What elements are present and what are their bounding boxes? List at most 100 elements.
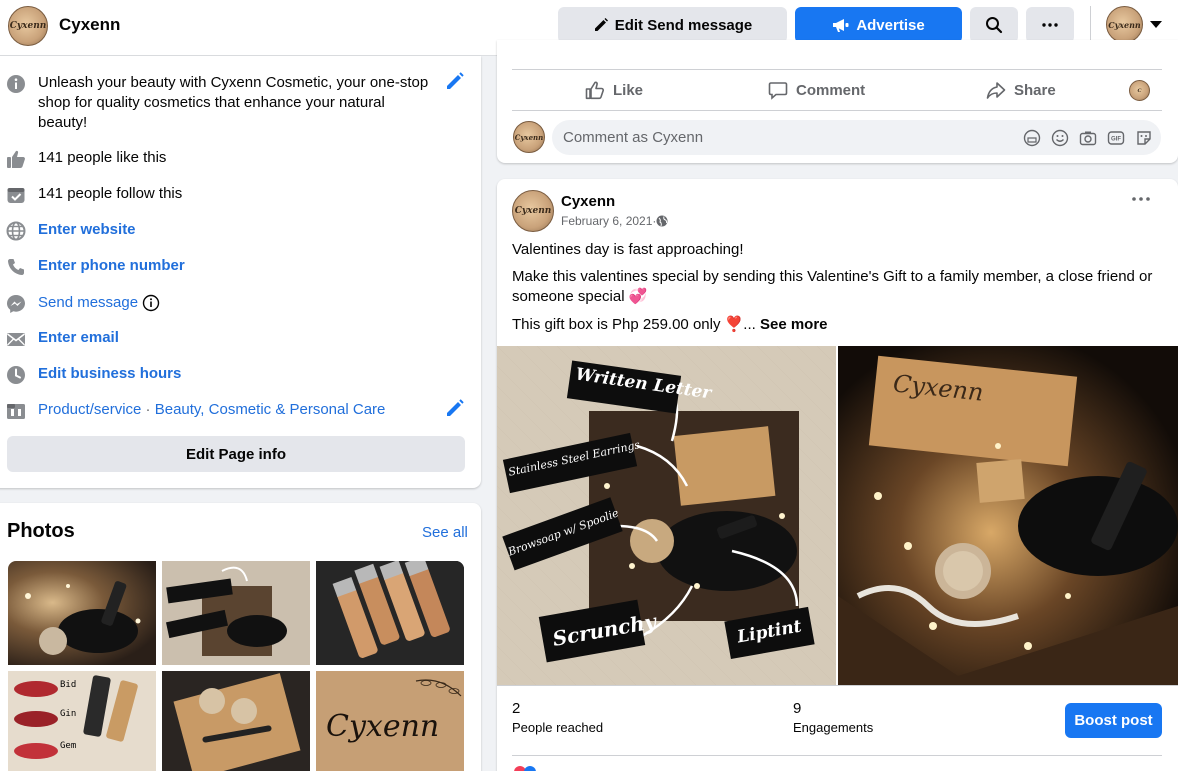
- people-reached-label: People reached: [512, 720, 604, 735]
- camera-icon[interactable]: [1079, 129, 1097, 147]
- cyxenn-logo-text: Cyxenn: [326, 709, 440, 744]
- more-options-button[interactable]: [1026, 7, 1074, 43]
- see-more-link[interactable]: See more: [760, 316, 828, 333]
- like-reaction-icon[interactable]: [524, 766, 536, 771]
- advertise-button[interactable]: Advertise: [795, 7, 962, 43]
- post-author-avatar[interactable]: Cyxenn: [512, 190, 554, 232]
- more-dots-icon: [1042, 23, 1058, 27]
- post-image-collage[interactable]: Written Letter Stainless Steel Earrings …: [497, 346, 836, 685]
- post-text-line: This gift box is Php 259.00 only ❣️... S…: [512, 315, 828, 335]
- edit-pencil-icon[interactable]: [444, 70, 466, 92]
- emoji-icon[interactable]: [1051, 129, 1069, 147]
- info-icon: [5, 73, 27, 95]
- clock-icon: [5, 364, 27, 386]
- comment-button[interactable]: Comment: [768, 80, 865, 100]
- follows-count: 141 people follow this: [38, 185, 183, 202]
- megaphone-icon: [833, 19, 849, 32]
- photo-thumbnail[interactable]: Cyxenn: [316, 671, 464, 771]
- edit-page-info-button[interactable]: Edit Page info: [7, 436, 465, 472]
- info-circle-icon[interactable]: [142, 294, 160, 312]
- previous-post-actions: Like Comment Share C Cyxenn Comment as C…: [497, 40, 1178, 163]
- post-image-giftbox[interactable]: Cyxenn: [838, 346, 1178, 685]
- post-card: Cyxenn Cyxenn February 6, 2021 · Valenti…: [497, 179, 1178, 771]
- profile-logo-text: Cyxenn: [1108, 19, 1141, 30]
- public-globe-icon[interactable]: [656, 215, 668, 227]
- commenter-avatar: Cyxenn: [513, 121, 545, 153]
- lip-swatches-photo: [8, 671, 156, 771]
- advertise-label: Advertise: [856, 16, 925, 34]
- divider: [512, 69, 1162, 70]
- photos-see-all-link[interactable]: See all: [422, 524, 468, 541]
- like-button[interactable]: Like: [585, 80, 643, 100]
- category-text: Product/service · Beauty, Cosmetic & Per…: [38, 400, 385, 420]
- page-avatar[interactable]: Cyxenn: [8, 6, 48, 46]
- photo-thumbnail[interactable]: Bid Gin Gem: [8, 671, 156, 771]
- share-button[interactable]: Share: [986, 80, 1056, 100]
- comment-bubble-icon: [768, 82, 788, 100]
- giftbox-photo: [838, 346, 1178, 685]
- swatch-label: Gem: [60, 741, 77, 751]
- post-text-line: Make this valentines special by sending …: [512, 268, 1153, 305]
- profile-avatar[interactable]: Cyxenn: [1106, 6, 1143, 43]
- edit-category-pencil-icon[interactable]: [444, 397, 466, 419]
- like-label: Like: [613, 81, 644, 99]
- category-folder-icon: [5, 400, 27, 422]
- post-price-text: This gift box is Php 259.00 only ❣️...: [512, 316, 756, 333]
- share-arrow-icon: [986, 82, 1006, 99]
- send-message-link[interactable]: Send message: [38, 293, 138, 313]
- photos-title: Photos: [7, 520, 75, 542]
- sticker-icon[interactable]: [1135, 129, 1153, 147]
- post-date[interactable]: February 6, 2021: [561, 214, 652, 228]
- post-text-line: Valentines day is fast approaching!: [512, 241, 744, 258]
- divider: [512, 755, 1162, 756]
- boost-post-button[interactable]: Boost post: [1065, 703, 1162, 738]
- post-author-name[interactable]: Cyxenn: [561, 193, 615, 210]
- photo-thumbnail[interactable]: [162, 671, 310, 771]
- search-icon: [986, 17, 1003, 34]
- account-menu-caret-icon[interactable]: [1150, 21, 1162, 28]
- edit-business-hours-link[interactable]: Edit business hours: [38, 364, 181, 384]
- photo-thumbnail[interactable]: [316, 561, 464, 665]
- enter-email-link[interactable]: Enter email: [38, 328, 119, 348]
- photo-thumbnail[interactable]: [8, 561, 156, 665]
- swatch-label: Gin: [60, 709, 77, 719]
- divider: [1090, 6, 1091, 44]
- comment-input[interactable]: Comment as Cyxenn GIF: [552, 120, 1161, 155]
- intro-card: Unleash your beauty with Cyxenn Cosmetic…: [0, 56, 481, 488]
- enter-website-link[interactable]: Enter website: [38, 220, 136, 240]
- post-as-avatar[interactable]: C: [1129, 80, 1150, 101]
- share-label: Share: [1014, 81, 1056, 99]
- likes-count: 141 people like this: [38, 149, 167, 166]
- comment-placeholder: Comment as Cyxenn: [563, 129, 704, 146]
- photos-card: Photos See all Bid Gin Gem Cyxenn: [0, 503, 481, 771]
- brow-soap-photo: [162, 671, 310, 771]
- commenter-logo-text: Cyxenn: [514, 132, 544, 142]
- messenger-icon: [5, 293, 27, 315]
- category-prefix-link[interactable]: Product/service: [38, 401, 141, 418]
- collage-photo: [162, 561, 310, 665]
- follow-check-icon: [5, 184, 27, 206]
- people-reached-count: 2: [512, 700, 521, 717]
- avatar-sticker-icon[interactable]: [1023, 129, 1041, 147]
- category-link[interactable]: Beauty, Cosmetic & Personal Care: [155, 401, 386, 418]
- post-meta: February 6, 2021 ·: [561, 214, 668, 228]
- engagements-label: Engagements: [793, 720, 874, 735]
- engagements-count: 9: [793, 700, 802, 717]
- edit-send-message-button[interactable]: Edit Send message: [558, 7, 787, 43]
- page-name[interactable]: Cyxenn: [59, 15, 120, 35]
- pencil-icon: [594, 18, 608, 31]
- edit-send-message-label: Edit Send message: [614, 16, 753, 34]
- enter-phone-link[interactable]: Enter phone number: [38, 256, 185, 276]
- photo-thumbnail[interactable]: [162, 561, 310, 665]
- thumbs-up-outline-icon: [585, 81, 605, 100]
- page-logo-text: Cyxenn: [9, 21, 47, 31]
- thumbs-up-icon: [5, 148, 27, 170]
- category-separator: ·: [141, 401, 155, 418]
- comment-label: Comment: [796, 81, 866, 99]
- gif-icon[interactable]: GIF: [1107, 129, 1125, 147]
- globe-icon: [5, 220, 27, 242]
- swatch-label: Bid: [60, 680, 77, 690]
- post-options-icon[interactable]: [1132, 197, 1150, 201]
- search-button[interactable]: [970, 7, 1018, 43]
- svg-text:GIF: GIF: [1111, 137, 1121, 143]
